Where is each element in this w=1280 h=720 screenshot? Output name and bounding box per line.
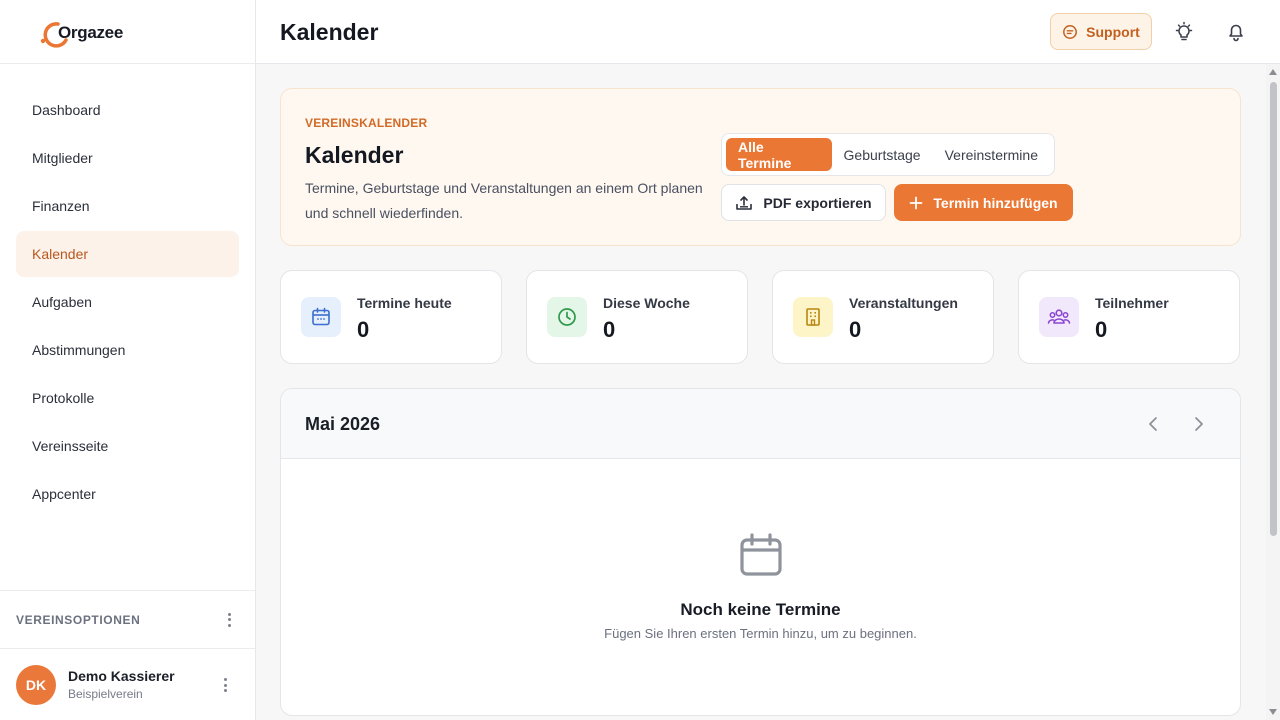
main-scrollbar[interactable] xyxy=(1266,64,1280,720)
app-name: Orgazee xyxy=(58,23,123,42)
support-label: Support xyxy=(1086,23,1140,40)
vereinsoptionen-label: VEREINSOPTIONEN xyxy=(16,612,141,627)
sidebar-item-finanzen[interactable]: Finanzen xyxy=(16,183,239,229)
sidebar-item-dashboard[interactable]: Dashboard xyxy=(16,87,239,133)
options-kebab-icon[interactable] xyxy=(219,610,239,630)
filter-vereinstermine[interactable]: Vereinstermine xyxy=(933,138,1050,171)
users-icon xyxy=(1039,297,1079,337)
calendar-hero: VEREINSKALENDER Kalender Termine, Geburt… xyxy=(280,88,1241,246)
stat-value: 0 xyxy=(849,317,862,342)
pdf-export-label: PDF exportieren xyxy=(763,194,872,211)
stat-value: 0 xyxy=(357,317,370,342)
sidebar-footer: VEREINSOPTIONEN DK Demo Kassierer Beispi… xyxy=(0,590,255,720)
pdf-export-button[interactable]: PDF exportieren xyxy=(721,184,886,221)
scroll-down-arrow-icon[interactable] xyxy=(1269,709,1277,715)
clock-icon xyxy=(547,297,587,337)
user-profile[interactable]: DK Demo Kassierer Beispielverein xyxy=(0,648,255,720)
hero-description: Termine, Geburtstage und Veranstaltungen… xyxy=(305,180,703,221)
empty-state-title: Noch keine Termine xyxy=(680,600,841,619)
sidebar-item-vereinsseite[interactable]: Vereinsseite xyxy=(16,423,239,469)
filter-alle-termine[interactable]: Alle Termine xyxy=(726,138,832,171)
user-kebab-icon[interactable] xyxy=(215,675,235,695)
theme-toggle-button[interactable] xyxy=(1170,18,1198,46)
stat-card-teilnehmer: Teilnehmer 0 xyxy=(1018,270,1240,364)
stat-label: Termine heute xyxy=(357,295,452,311)
sidebar-item-abstimmungen[interactable]: Abstimmungen xyxy=(16,327,239,373)
empty-state-subtitle: Fügen Sie Ihren ersten Termin hinzu, um … xyxy=(604,626,917,641)
support-chat-icon xyxy=(1063,24,1078,39)
next-month-button[interactable] xyxy=(1185,411,1211,437)
stat-card-veranstaltungen: Veranstaltungen 0 xyxy=(772,270,994,364)
sidebar-item-protokolle[interactable]: Protokolle xyxy=(16,375,239,421)
sidebar-nav: Dashboard Mitglieder Finanzen Kalender A… xyxy=(16,87,239,519)
add-event-label: Termin hinzufügen xyxy=(933,194,1058,211)
sidebar-item-appcenter[interactable]: Appcenter xyxy=(16,471,239,517)
sidebar-item-mitglieder[interactable]: Mitglieder xyxy=(16,135,239,181)
filter-geburtstage[interactable]: Geburtstage xyxy=(832,138,933,171)
stat-value: 0 xyxy=(1095,317,1108,342)
stat-label: Veranstaltungen xyxy=(849,295,958,311)
hero-title: Kalender xyxy=(305,142,404,168)
prev-month-button[interactable] xyxy=(1141,411,1167,437)
stat-card-termine-heute: Termine heute 0 xyxy=(280,270,502,364)
vereinsoptionen-row: VEREINSOPTIONEN xyxy=(0,590,255,648)
lightbulb-icon xyxy=(1175,21,1193,41)
calendar-header: Mai 2026 xyxy=(281,389,1240,459)
plus-icon xyxy=(910,196,923,209)
main-content: VEREINSKALENDER Kalender Termine, Geburt… xyxy=(256,64,1266,720)
topbar: Kalender Support xyxy=(256,0,1280,64)
page-title: Kalender xyxy=(280,19,379,45)
stats-row: Termine heute 0 Diese Woche 0 Veranstalt… xyxy=(280,270,1241,364)
filter-segmented-control: Alle Termine Geburtstage Vereinstermine xyxy=(721,133,1055,176)
stat-label: Teilnehmer xyxy=(1095,295,1169,311)
user-name: Demo Kassierer xyxy=(68,668,175,684)
empty-calendar-icon xyxy=(740,533,782,576)
support-button[interactable]: Support xyxy=(1050,13,1152,50)
chevron-left-icon xyxy=(1149,417,1157,431)
avatar: DK xyxy=(16,664,56,705)
logo-area: Orgazee xyxy=(0,0,255,64)
calendar-month: Mai 2026 xyxy=(305,414,381,434)
sidebar-item-kalender[interactable]: Kalender xyxy=(16,231,239,277)
hero-eyebrow: VEREINSKALENDER xyxy=(305,116,428,130)
bell-icon xyxy=(1229,24,1243,42)
stat-value: 0 xyxy=(603,317,616,342)
export-icon xyxy=(736,195,753,210)
user-club: Beispielverein xyxy=(68,687,143,701)
add-event-button[interactable]: Termin hinzufügen xyxy=(894,184,1073,221)
calendar-panel: Mai 2026 Noch keine Termine Fügen Sie Ih… xyxy=(280,388,1241,716)
chevron-right-icon xyxy=(1195,417,1203,431)
sidebar-item-aufgaben[interactable]: Aufgaben xyxy=(16,279,239,325)
scroll-up-arrow-icon[interactable] xyxy=(1269,69,1277,75)
calendar-icon xyxy=(301,297,341,337)
stat-label: Diese Woche xyxy=(603,295,690,311)
stat-card-diese-woche: Diese Woche 0 xyxy=(526,270,748,364)
sidebar: Orgazee Dashboard Mitglieder Finanzen Ka… xyxy=(0,0,256,720)
scroll-thumb[interactable] xyxy=(1270,82,1277,536)
building-icon xyxy=(793,297,833,337)
notifications-button[interactable] xyxy=(1222,18,1250,46)
